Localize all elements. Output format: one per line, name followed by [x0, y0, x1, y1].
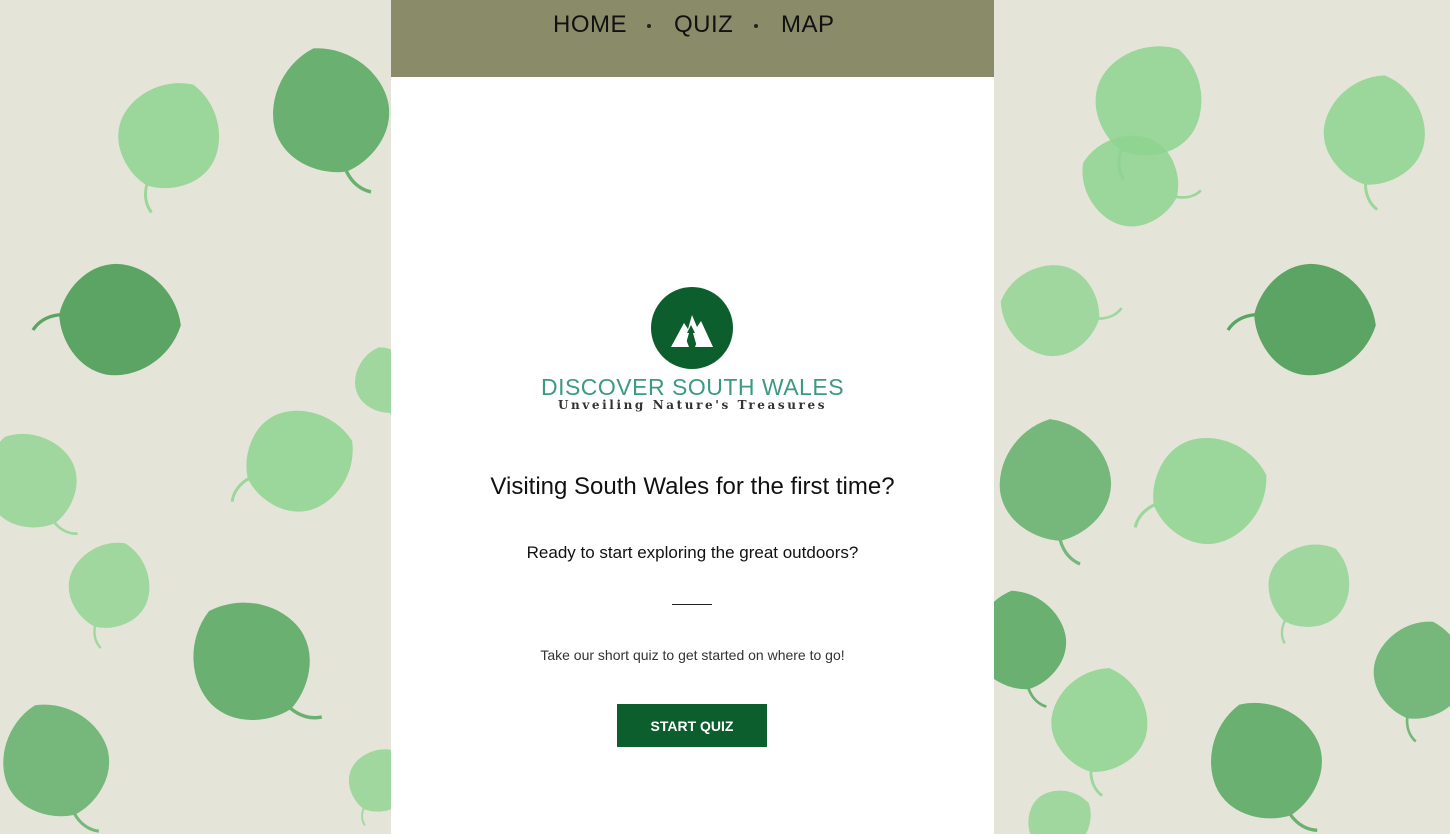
leaf-icon — [1240, 524, 1370, 661]
leaf-icon — [1115, 422, 1281, 564]
leaf-icon — [0, 413, 106, 565]
leaf-icon — [1038, 658, 1158, 803]
leaf-icon — [1066, 119, 1213, 248]
leaf-icon — [208, 392, 371, 536]
nav-separator-dot — [647, 24, 651, 28]
leaf-icon — [1003, 776, 1105, 834]
nav-separator-dot — [754, 24, 758, 28]
hero-subheading: Ready to start exploring the great outdo… — [526, 543, 859, 562]
leaf-icon — [163, 572, 354, 768]
start-quiz-button[interactable]: START QUIZ — [617, 704, 767, 747]
nav-link-home[interactable]: HOME — [553, 11, 627, 39]
leaf-icon — [992, 255, 1129, 368]
site-logo: DISCOVER SOUTH WALES Unveiling Nature's … — [391, 286, 994, 416]
leaf-icon — [0, 686, 135, 834]
leaf-icon — [1187, 680, 1353, 834]
logo-title: DISCOVER SOUTH WALES — [540, 374, 845, 400]
leaf-icon — [1310, 65, 1436, 218]
hero-lead-text: Take our short quiz to get started on wh… — [540, 647, 845, 663]
leaf-icon — [993, 413, 1120, 572]
nav-link-quiz[interactable]: QUIZ — [674, 11, 733, 39]
leaf-icon — [1223, 255, 1382, 382]
leaf-icon — [1356, 609, 1450, 751]
hero-headline: Visiting South Wales for the first time? — [490, 473, 895, 500]
leaf-icon — [49, 528, 164, 659]
top-nav-bar: HOME QUIZ MAP — [391, 0, 994, 77]
leaf-icon — [256, 32, 411, 214]
leaf-icon — [90, 62, 241, 229]
section-divider — [672, 604, 712, 605]
nav-link-map[interactable]: MAP — [781, 11, 835, 39]
leaf-icon — [28, 255, 187, 382]
logo-tagline: Unveiling Nature's Treasures — [557, 398, 828, 412]
main-content-panel: HOME QUIZ MAP DISCOVER SOUTH WALES Unvei… — [391, 0, 994, 834]
mountain-trees-icon — [651, 287, 733, 369]
